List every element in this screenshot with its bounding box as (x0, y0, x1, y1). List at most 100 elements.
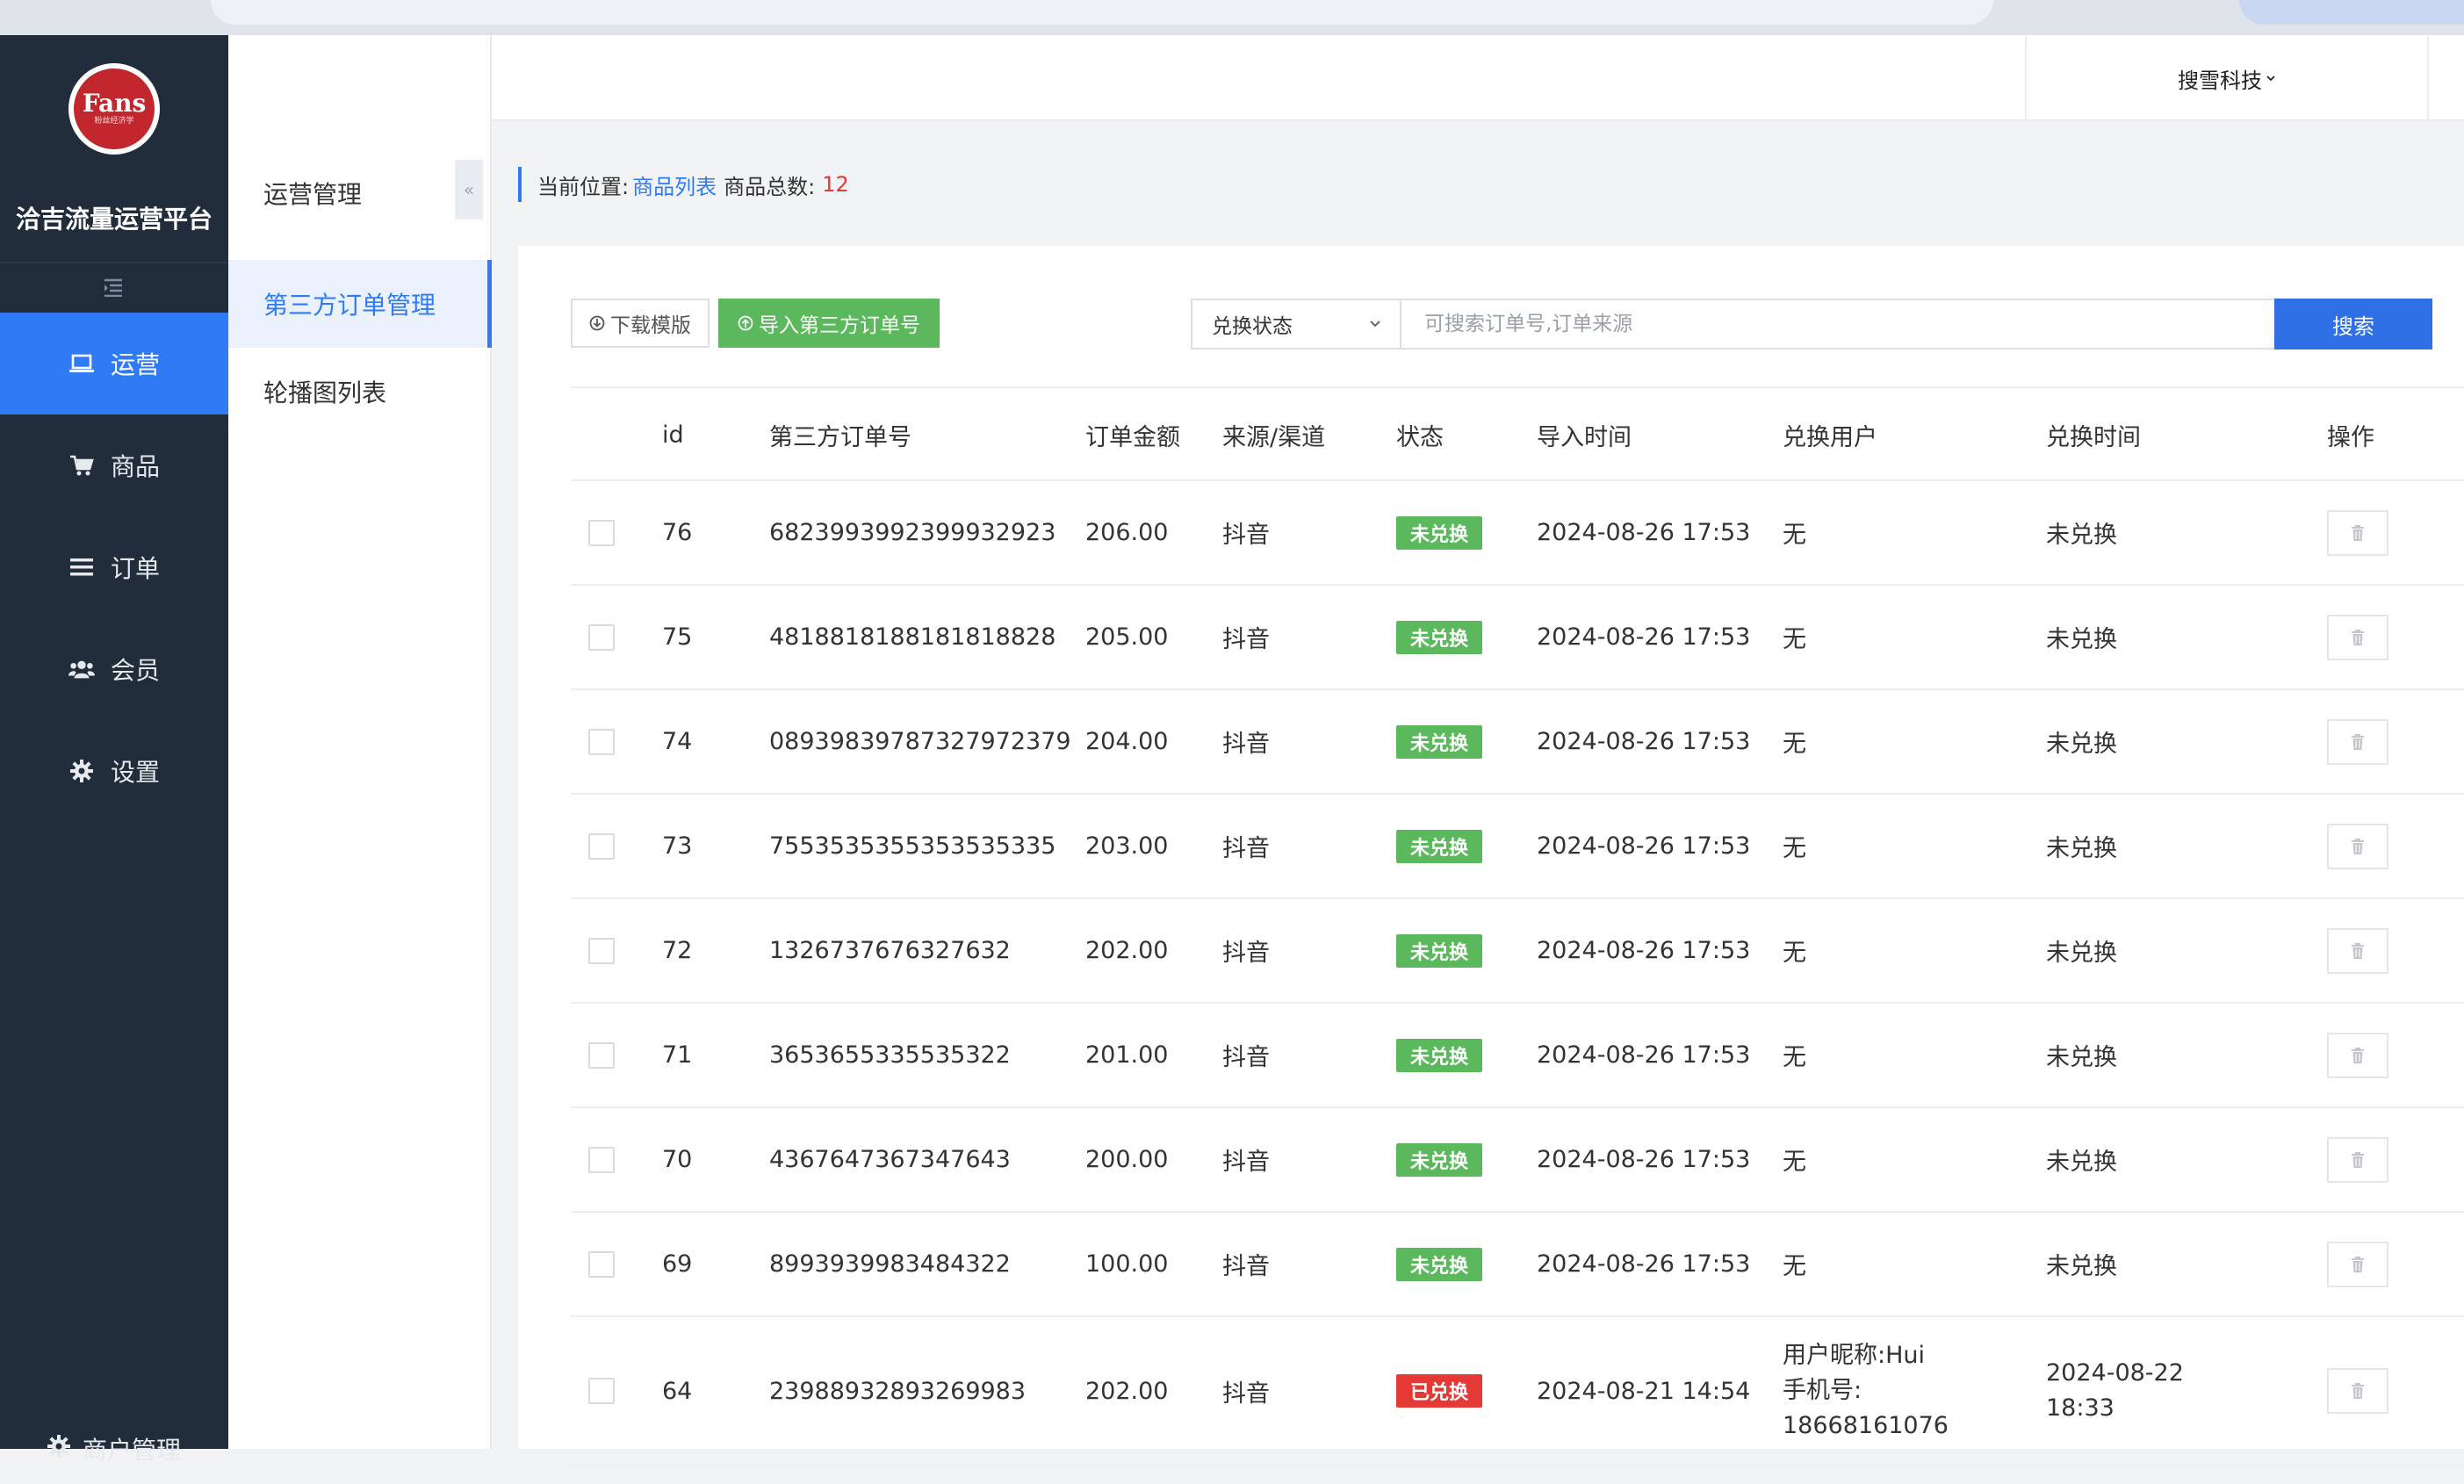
status-badge: 未兑换 (1396, 1038, 1483, 1072)
cell-id: 74 (662, 728, 693, 755)
collapse-icon[interactable]: « (455, 160, 483, 220)
exchange-clock: 18:33 (2046, 1394, 2115, 1422)
cell-order-no: 23988932893269983 (769, 1377, 1027, 1405)
gear-icon (68, 758, 95, 784)
import-orders-label: 导入第三方订单号 (759, 314, 920, 337)
delete-button[interactable] (2327, 1032, 2388, 1078)
cell-order-no: 1326737676327632 (769, 937, 1011, 964)
delete-button[interactable] (2327, 718, 2388, 765)
column-header: 兑换时间 (2046, 423, 2141, 451)
chevron-down-icon (2266, 74, 2276, 83)
cell-exchange-user: 无 (1783, 1253, 1806, 1280)
merchant-management-link[interactable]: 商户管理 (0, 1414, 228, 1484)
cell-amount: 202.00 (1085, 1377, 1169, 1405)
subnav-item-banners[interactable]: 轮播图列表 (228, 348, 492, 436)
row-checkbox[interactable] (588, 832, 615, 860)
cell-import-time: 2024-08-26 17:53 (1537, 1250, 1751, 1278)
table-row: 73 7553535355353535335 203.00 抖音 未兑换 2024-08-… (571, 795, 2464, 899)
download-icon (589, 315, 605, 331)
table-row: 74 08939839787327972379 204.00 抖音 未兑换 2024-08… (571, 690, 2464, 795)
breadcrumb: 当前位置: 商品列表 商品总数: 12 (518, 167, 849, 202)
brand-logo: Fans 粉丝经济学 (68, 63, 160, 155)
cell-exchange-time: 未兑换 (2046, 940, 2117, 967)
sidebar-item-operations[interactable]: 运营 (0, 313, 228, 414)
browser-profile-chip[interactable] (2239, 0, 2464, 25)
cell-id: 76 (662, 519, 693, 546)
sidebar-item-products[interactable]: 商品 (0, 414, 228, 516)
cell-exchange-user: 无 (1783, 731, 1806, 758)
download-template-label: 下载模版 (610, 314, 691, 337)
trash-icon (2351, 1151, 2365, 1168)
address-bar[interactable] (211, 0, 1993, 25)
delete-button[interactable] (2327, 1136, 2388, 1183)
trash-icon (2351, 1047, 2365, 1063)
sidebar-item-orders[interactable]: 订单 (0, 516, 228, 618)
cell-amount: 200.00 (1085, 1146, 1169, 1173)
cell-import-time: 2024-08-26 17:53 (1537, 1146, 1751, 1173)
row-checkbox[interactable] (588, 1041, 615, 1069)
table-row: 71 3653655335535322 201.00 抖音 未兑换 2024-08-26 … (571, 1004, 2464, 1108)
search-input[interactable] (1401, 299, 2280, 349)
user-menu[interactable]: 搜雪科技 (2025, 35, 2429, 121)
cell-import-time: 2024-08-26 17:53 (1537, 728, 1751, 755)
row-checkbox[interactable] (588, 1378, 615, 1404)
row-checkbox[interactable] (588, 728, 615, 755)
cell-exchange-time: 未兑换 (2046, 626, 2117, 653)
cell-source: 抖音 (1222, 1149, 1270, 1176)
cell-source: 抖音 (1222, 626, 1270, 653)
cell-amount: 203.00 (1085, 832, 1169, 860)
cell-import-time: 2024-08-26 17:53 (1537, 519, 1751, 546)
user-name: 搜雪科技 (2178, 68, 2262, 93)
delete-button[interactable] (2327, 927, 2388, 974)
table-row: 72 1326737676327632 202.00 抖音 未兑换 2024-08-26 … (571, 899, 2464, 1004)
cell-order-no: 3653655335535322 (769, 1041, 1011, 1069)
delete-button[interactable] (2327, 1241, 2388, 1287)
total-count-label: 商品总数: (724, 174, 816, 199)
cell-source: 抖音 (1222, 1044, 1270, 1071)
row-checkbox[interactable] (588, 1250, 615, 1278)
column-header: 导入时间 (1537, 423, 1632, 451)
delete-button[interactable] (2327, 1368, 2388, 1414)
download-template-button[interactable]: 下载模版 (571, 299, 710, 348)
sidebar-item-label: 会员 (110, 656, 160, 685)
row-checkbox[interactable] (588, 623, 615, 651)
sub-sidebar: 运营管理 « 第三方订单管理 轮播图列表 (228, 35, 492, 1449)
cell-source: 抖音 (1222, 1253, 1270, 1280)
delete-button[interactable] (2327, 614, 2388, 660)
sidebar-item-members[interactable]: 会员 (0, 618, 228, 720)
column-header: 操作 (2327, 423, 2374, 451)
menu-toggle-icon[interactable] (100, 277, 126, 304)
row-checkbox[interactable] (588, 937, 615, 964)
row-checkbox[interactable] (588, 1146, 615, 1173)
cell-import-time: 2024-08-26 17:53 (1537, 937, 1751, 964)
cell-amount: 205.00 (1085, 623, 1169, 651)
subnav-item-third-party-orders[interactable]: 第三方订单管理 (228, 260, 492, 348)
import-orders-button[interactable]: 导入第三方订单号 (718, 299, 940, 348)
delete-button[interactable] (2327, 509, 2388, 556)
column-header: 订单金额 (1085, 423, 1180, 451)
cell-exchange-time: 未兑换 (2046, 835, 2117, 862)
merchant-label: 商户管理 (82, 1436, 181, 1465)
cell-id: 75 (662, 623, 693, 651)
cell-id: 64 (662, 1377, 693, 1405)
cell-exchange-user: 用户昵称:Hui 手机号: 18668161076 (1783, 1317, 1949, 1465)
table-header: id 第三方订单号 订单金额 来源/渠道 状态 导入时间 兑换用户 兑换时间 操… (571, 386, 2464, 481)
delete-button[interactable] (2327, 823, 2388, 869)
sidebar-item-label: 商品 (110, 452, 160, 481)
search-button-label: 搜索 (2332, 313, 2374, 339)
user-phone-label: 手机号: (1783, 1377, 1862, 1404)
main-sidebar: Fans 粉丝经济学 洽吉流量运营平台 运营 商品 订单 会员 设置 商户管理 (0, 35, 228, 1465)
row-checkbox[interactable] (588, 519, 615, 546)
cell-source: 抖音 (1222, 1380, 1270, 1408)
cell-exchange-user: 无 (1783, 940, 1806, 967)
column-header: 兑换用户 (1783, 423, 1877, 451)
cart-icon (68, 452, 95, 479)
exchange-status-select[interactable]: 兑换状态 (1191, 299, 1401, 349)
cell-import-time: 2024-08-21 14:54 (1537, 1377, 1751, 1405)
search-button[interactable]: 搜索 (2274, 299, 2432, 349)
sidebar-item-settings[interactable]: 设置 (0, 720, 228, 822)
status-badge: 未兑换 (1396, 724, 1483, 759)
breadcrumb-link[interactable]: 商品列表 (632, 169, 717, 200)
table-body: 76 6823993992399932923 206.00 抖音 未兑换 2024-08-… (571, 481, 2464, 1317)
list-icon (68, 554, 95, 580)
